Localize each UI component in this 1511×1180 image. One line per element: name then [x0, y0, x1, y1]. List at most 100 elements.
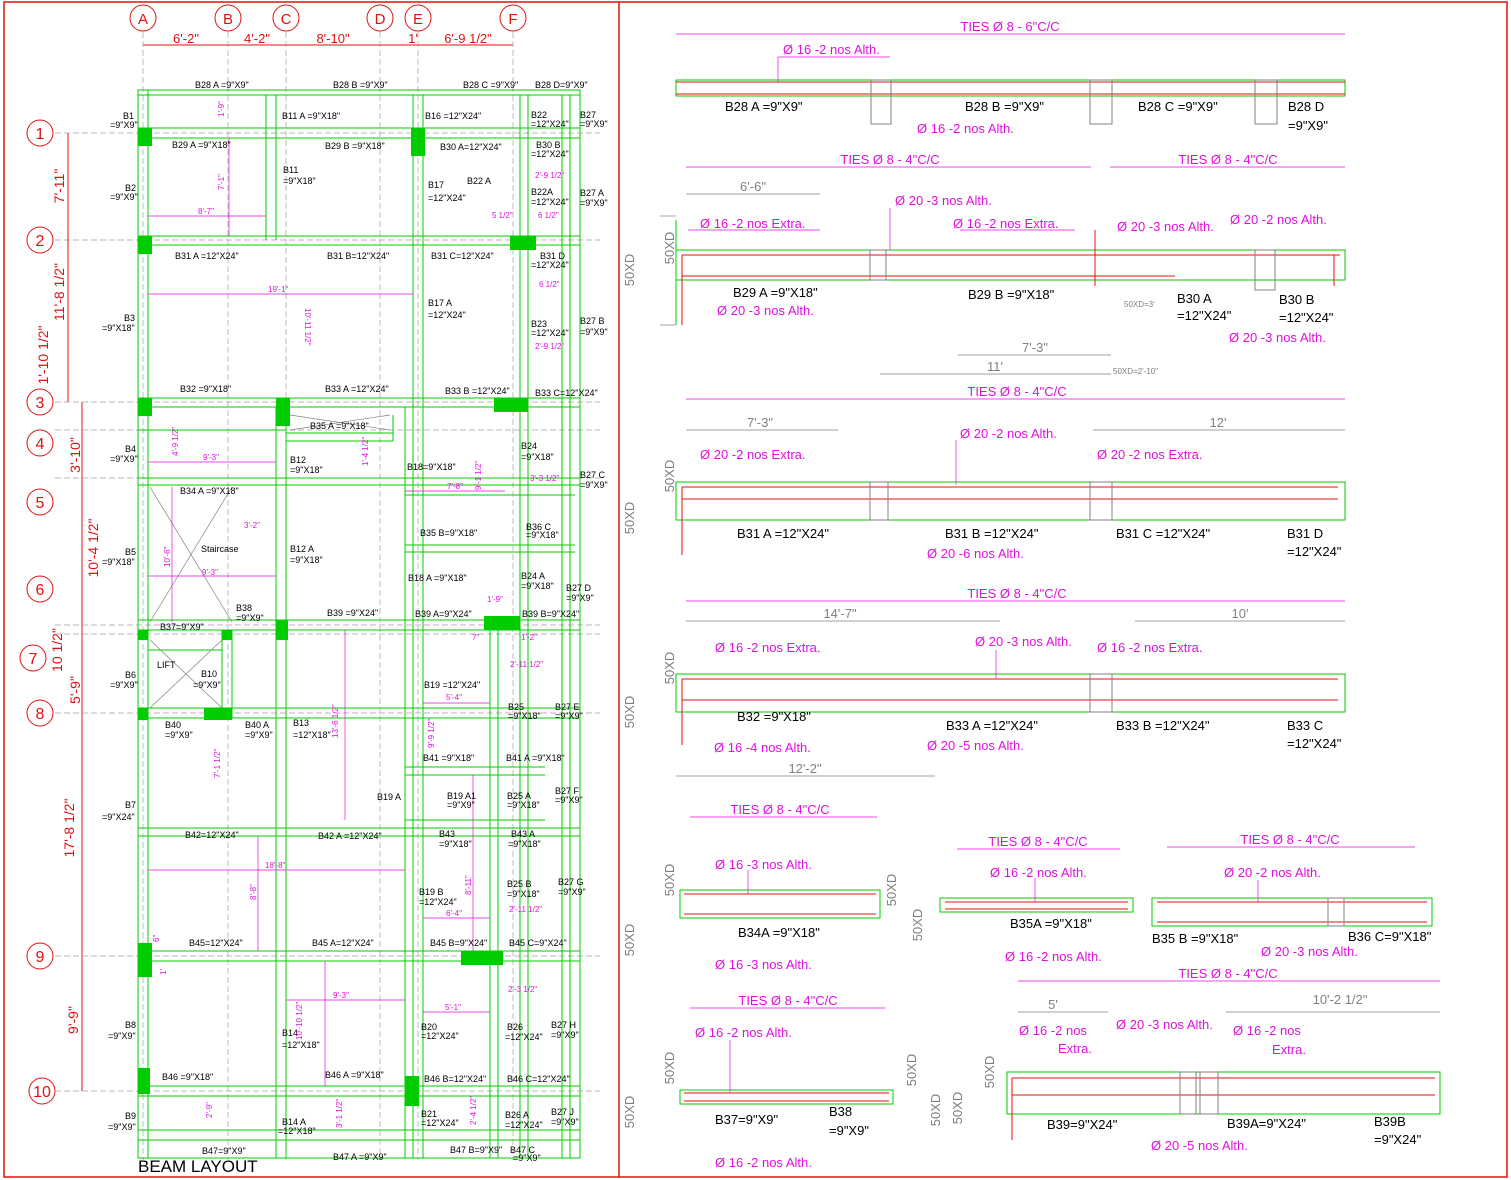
lbl-b17s: =12"X24"	[428, 193, 466, 203]
lbl-b25s: =9"X18"	[508, 711, 541, 721]
pdim-16: 3'-3 1/2"	[530, 474, 559, 483]
lbl-b27g: B27 G	[558, 877, 584, 887]
d8-name-2-size: =9"X9"	[829, 1123, 869, 1138]
detail-b35b-b36c: TIES Ø 8 - 4"C/C Ø 20 -2 nos Alth. B35 B…	[1151, 832, 1433, 959]
d3-b31d-size: =12"X24"	[1287, 544, 1342, 559]
lbl-b32: B32 =9"X18"	[180, 384, 231, 394]
d7-top: Ø 20 -2 nos Alth.	[1224, 865, 1321, 880]
lbl-b3: B3	[124, 313, 135, 323]
lbl-b31a: B31 A =12"X24"	[175, 251, 239, 261]
grid-row-10: 10	[33, 1084, 51, 1101]
lbl-b6: B6	[125, 670, 136, 680]
d4-alth: Ø 20 -3 nos Alth.	[975, 634, 1072, 649]
grid-column-bubbles: A B C D E F	[129, 4, 527, 32]
d9-extra-1b: Extra.	[1058, 1041, 1092, 1056]
pdim-41: 1'	[159, 969, 168, 975]
row-dim-8-9: 17'-8 1/2"	[61, 798, 77, 857]
lbl-b22s: =12"X24"	[531, 119, 569, 129]
d8-top: Ø 16 -2 nos Alth.	[695, 1025, 792, 1040]
d9-bot: Ø 20 -5 nos Alth.	[1151, 1138, 1248, 1153]
lbl-b12: B12	[290, 455, 306, 465]
d2-dim-4: 50XD=3'	[1124, 300, 1155, 309]
pdim-5: 5 1/2"	[492, 211, 513, 220]
lbl-b8s: =9"X9"	[108, 1031, 136, 1041]
lbl-b39a: B39 A=9"X24"	[415, 609, 472, 619]
lbl-b27s: =9"X9"	[580, 119, 608, 129]
lbl-b29b: B29 B =9"X18"	[325, 141, 385, 151]
lbl-b33c: B33 C=12"X24"	[535, 388, 598, 398]
pdim-13: 1'-4 1/2"	[361, 437, 370, 466]
lbl-b28c: B28 C =9"X9"	[463, 80, 518, 90]
lbl-b47: B47=9"X9"	[202, 1146, 246, 1156]
d9-b39b-size: =9"X24"	[1374, 1132, 1422, 1147]
d8-bot: Ø 16 -2 nos Alth.	[715, 1155, 812, 1170]
lbl-staircase: Staircase	[201, 544, 239, 554]
d8-50xd-3: 50XD	[904, 1054, 919, 1087]
grid-row-2: 2	[36, 233, 45, 250]
d1-b28d-size: =9"X9"	[1288, 118, 1328, 133]
row-dim-3-4: 3'-10"	[67, 437, 83, 473]
column-dimensions: 6'-2" 4'-2" 8'-10" 1' 6'-9 1/2"	[143, 31, 513, 46]
detail-b35a: TIES Ø 8 - 4"C/C Ø 16 -2 nos Alth. B35A …	[939, 834, 1134, 964]
staircase-lift-cross	[149, 414, 391, 709]
pdim-8: 10'-11 1/2"	[303, 308, 312, 346]
grid-row-8: 8	[36, 706, 45, 723]
d8-50xd-4: 50XD	[928, 1094, 943, 1127]
lbl-b30a: B30 A=12"X24"	[440, 142, 502, 152]
lbl-b10: B10	[201, 669, 217, 679]
lbl-b21s: =12"X24"	[421, 1118, 459, 1128]
d4-b33a: B33 A =12"X24"	[946, 718, 1038, 733]
lbl-b22a: B22A	[531, 187, 553, 197]
grid-col-b: B	[223, 11, 233, 28]
d5-ties: TIES Ø 8 - 4"C/C	[730, 802, 829, 817]
pdim-18: 10'-6"	[163, 546, 172, 567]
lbl-b14as: =12"X18"	[278, 1126, 316, 1136]
lbl-b17a: B17 A	[428, 298, 452, 308]
d7-name-2: B36 C=9"X18"	[1348, 929, 1432, 944]
d7-bot: Ø 20 -3 nos Alth.	[1261, 944, 1358, 959]
lbl-b8: B8	[125, 1020, 136, 1030]
grid-row-3: 3	[36, 395, 45, 412]
grid-col-e: E	[413, 11, 423, 28]
d2-b30a: B30 A	[1177, 291, 1212, 306]
lbl-b47b: B47 B=9"X9"	[450, 1145, 502, 1155]
d9-b39: B39=9"X24"	[1047, 1117, 1118, 1132]
lbl-b14s: =12"X18"	[282, 1040, 320, 1050]
lbl-b27j: B27 J	[551, 1107, 574, 1117]
d4-extra-1: Ø 16 -2 nos Extra.	[715, 640, 821, 655]
d5-50xd-4: 50XD	[910, 909, 925, 942]
lbl-b27fs: =9"X9"	[555, 795, 583, 805]
pdim-20: 1'-9"	[487, 595, 503, 604]
lbl-b12as: =9"X18"	[290, 555, 323, 565]
d2-50xd-1: 50XD	[622, 254, 637, 287]
d3-extra-1: Ø 20 -2 nos Extra.	[700, 447, 806, 462]
pdim-40: 6"	[152, 935, 161, 942]
pdim-17: 3'-2"	[244, 521, 260, 530]
lbl-b13s: =12"X18"	[293, 730, 331, 740]
lbl-b43as: =9"X18"	[508, 839, 541, 849]
pdim-6: 6 1/2"	[538, 211, 559, 220]
d3-b31a: B31 A =12"X24"	[737, 526, 829, 541]
d9-50xd-1: 50XD	[950, 1092, 965, 1125]
beam-layout-plan: A B C D E F 6'-2" 4'-2" 8'-10" 1' 6'-9 1…	[19, 4, 608, 1176]
grid-col-a: A	[138, 11, 148, 28]
lbl-b2s: =9"X9"	[110, 192, 138, 202]
lbl-b33b: B33 B =12"X24"	[445, 386, 510, 396]
d2-alth-3: Ø 20 -2 nos Alth.	[1230, 212, 1327, 227]
grid-col-f: F	[508, 11, 517, 28]
d2-dim-3: 11'	[987, 359, 1003, 374]
d7-name-1: B35 B =9"X18"	[1152, 931, 1239, 946]
d3-50xd-1: 50XD	[622, 502, 637, 535]
lbl-b31b: B31 B=12"X24"	[327, 251, 389, 261]
row-dim-1-2: 7'-11"	[51, 169, 67, 204]
pdim-35: 5'-1"	[445, 1003, 461, 1012]
row-dimensions: 7'-11" 11'-8 1/2" 1'-10 1/2" 3'-10" 10'-…	[35, 133, 101, 1091]
d3-ties: TIES Ø 8 - 4"C/C	[967, 384, 1066, 399]
d4-50xd-2: 50XD	[662, 652, 677, 685]
lbl-b40s: =9"X9"	[165, 730, 193, 740]
lbl-b1s: =9"X9"	[110, 120, 138, 130]
lbl-b17as: =12"X24"	[428, 310, 466, 320]
lbl-b4s: =9"X9"	[110, 454, 138, 464]
lbl-b17: B17	[428, 180, 444, 190]
d4-dim-2: 10'	[1232, 606, 1249, 621]
